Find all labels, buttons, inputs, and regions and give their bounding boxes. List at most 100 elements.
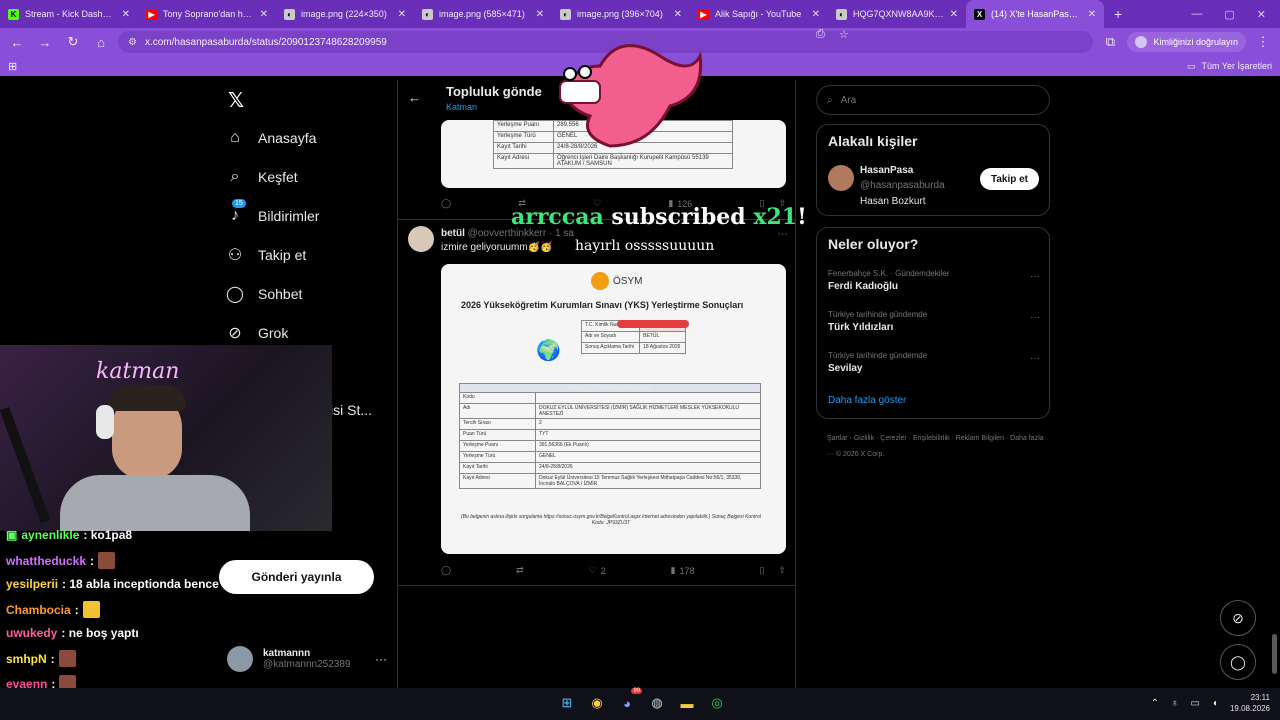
tweet-image[interactable]: ÖSYM 2026 Yükseköğretim Kurumları Sınavı…: [441, 264, 786, 554]
star-icon[interactable]: ☆: [839, 28, 849, 41]
steam-icon[interactable]: ◍: [646, 692, 668, 714]
trend-item[interactable]: Türkiye tarihinde gündemde Türk Yıldızla…: [828, 310, 1040, 333]
tab-title: image.png (396×704): [577, 9, 663, 19]
install-icon[interactable]: ⎙: [816, 28, 825, 41]
chrome-icon[interactable]: ◉: [586, 692, 608, 714]
scrollbar[interactable]: [1271, 84, 1278, 684]
account-switcher[interactable]: katmannn @katmannn252389 ···: [227, 646, 387, 672]
tab[interactable]: K Stream - Kick Dashboard ✕: [0, 0, 138, 28]
back-icon[interactable]: ←: [6, 31, 28, 53]
tab[interactable]: ◐ HQG7QXNW8AA9KYh.jp ✕: [828, 0, 966, 28]
messages-fab-icon[interactable]: ◯: [1220, 644, 1256, 680]
close-icon[interactable]: ✕: [950, 9, 958, 20]
avatar[interactable]: [828, 165, 854, 191]
close-icon[interactable]: ✕: [674, 9, 682, 20]
forward-icon[interactable]: →: [34, 31, 56, 53]
grok-fab-icon[interactable]: ⊘: [1220, 600, 1256, 636]
reply-icon[interactable]: ◯: [441, 198, 451, 209]
table-cell: Yerleşme Puanı: [459, 440, 536, 452]
avatar[interactable]: [408, 226, 434, 252]
chevron-up-icon[interactable]: ⌃: [1151, 698, 1159, 709]
discord-icon[interactable]: ◕ 99: [616, 688, 642, 714]
nav-chat[interactable]: ◯ Sohbet: [226, 285, 302, 303]
trend-context: Fenerbahçe S.K. · Gündemdekiler: [828, 269, 950, 278]
close-icon[interactable]: ✕: [398, 9, 406, 20]
reload-icon[interactable]: ↻: [62, 31, 84, 53]
trend-item[interactable]: Türkiye tarihinde gündemde Sevilay ···: [828, 351, 1040, 374]
tab[interactable]: ▶ Alik Sapığı - YouTube ✕: [690, 0, 828, 28]
views-count: 178: [679, 565, 695, 576]
share-icon[interactable]: ⇧: [778, 565, 786, 576]
search-placeholder: Ara: [840, 94, 857, 106]
follow-button[interactable]: Takip et: [980, 168, 1039, 190]
extensions-icon[interactable]: ⧉: [1099, 31, 1121, 53]
maximize-icon[interactable]: ▢: [1224, 8, 1234, 21]
mic-icon[interactable]: ♁: [1171, 698, 1179, 709]
like-button[interactable]: ♡ 2: [589, 565, 606, 576]
spotify-icon[interactable]: ◎: [706, 692, 728, 714]
taskbar: ⊞ ◉ ◕ 99 ◍ ▬ ◎ ⌃ ♁ ▭ ◖ 23:11 19.08.2026: [0, 688, 1280, 720]
nav-grok[interactable]: ⊘ Grok: [226, 324, 288, 342]
related-name[interactable]: HasanPasa: [860, 165, 913, 176]
menu-icon[interactable]: ⋮: [1252, 31, 1274, 53]
new-tab-icon[interactable]: +: [1104, 6, 1132, 22]
network-icon[interactable]: ▭: [1190, 698, 1199, 709]
tab[interactable]: ▶ Tony Soprano'dan hesap ✕: [138, 0, 276, 28]
nav-notifications[interactable]: ♪ 15 Bildirimler: [226, 199, 319, 225]
minimize-icon[interactable]: —: [1191, 8, 1202, 21]
more-icon[interactable]: ···: [1030, 353, 1040, 364]
nav-home[interactable]: ⌂ Anasayfa: [226, 129, 316, 147]
table-cell: Yerleşme Türü: [459, 451, 536, 463]
close-icon[interactable]: ✕: [260, 9, 268, 20]
back-arrow-icon[interactable]: ←: [408, 90, 421, 105]
table-cell: Sonuç Açıklama Tarihi: [580, 342, 641, 354]
close-icon[interactable]: ✕: [122, 9, 130, 20]
close-icon[interactable]: ✕: [536, 9, 544, 20]
nav-explore[interactable]: ⌕ Keşfet: [226, 168, 298, 186]
chat-message: : 18 abla inceptionda bence: [62, 577, 219, 591]
nav-partial[interactable]: isi St...: [330, 402, 372, 418]
volume-icon[interactable]: ◖: [1212, 698, 1218, 709]
sub-user: arrccaa: [511, 204, 604, 230]
tab[interactable]: ◐ image.png (585×471) ✕: [414, 0, 552, 28]
footer-links[interactable]: Şartlar · Gizlilik · Çerezler · Erişileb…: [827, 431, 1047, 463]
youtube-icon: ▶: [698, 8, 709, 20]
like-count: 2: [600, 565, 606, 576]
start-icon[interactable]: ⊞: [556, 692, 578, 714]
apps-icon[interactable]: ⊞: [8, 60, 17, 73]
site-info-icon[interactable]: ⚙: [128, 37, 137, 48]
x-logo-icon[interactable]: 𝕏: [228, 88, 244, 112]
nav-follow[interactable]: ⚇ Takip et: [226, 246, 306, 264]
views-button[interactable]: ▮ 178: [671, 565, 695, 576]
folder-icon[interactable]: ▬: [676, 692, 698, 714]
search-icon: ⌕: [827, 94, 833, 106]
trend-item[interactable]: Fenerbahçe S.K. · Gündemdekiler Ferdi Ka…: [828, 269, 1040, 292]
bell-icon: ♪ 15: [226, 199, 246, 225]
tab[interactable]: ◐ image.png (224×350) ✕: [276, 0, 414, 28]
table-cell: TYT: [535, 429, 761, 441]
search-input[interactable]: ⌕ Ara: [816, 85, 1050, 115]
clock[interactable]: 23:11 19.08.2026: [1230, 692, 1270, 714]
all-bookmarks[interactable]: ▭ Tüm Yer İşaretleri: [1187, 61, 1272, 72]
bookmark-icon[interactable]: ▯: [759, 565, 764, 576]
tab[interactable]: ◐ image.png (396×704) ✕: [552, 0, 690, 28]
mascot-alert-icon: [559, 44, 703, 148]
reply-icon[interactable]: ◯: [441, 565, 451, 576]
trend-name: Ferdi Kadıoğlu: [828, 281, 898, 292]
more-icon[interactable]: ···: [1030, 271, 1040, 282]
tab-active[interactable]: X (14) X'te HasanPasa: "bug ✕: [966, 0, 1104, 28]
more-icon[interactable]: ···: [1030, 312, 1040, 323]
close-icon[interactable]: ✕: [1088, 9, 1096, 20]
profile-button[interactable]: Kimliğinizi doğrulayın: [1127, 32, 1246, 52]
tab-title: Stream - Kick Dashboard: [25, 9, 116, 19]
show-more-link[interactable]: Daha fazla göster: [828, 395, 906, 406]
scroll-thumb[interactable]: [1272, 634, 1277, 674]
close-window-icon[interactable]: ✕: [1257, 8, 1266, 21]
tab-title: (14) X'te HasanPasa: "bug: [991, 9, 1082, 19]
profile-avatar: [1135, 36, 1148, 48]
close-icon[interactable]: ✕: [812, 9, 820, 20]
youtube-icon: ▶: [146, 8, 157, 20]
more-icon[interactable]: ···: [375, 652, 387, 666]
retweet-icon[interactable]: ⇄: [516, 565, 524, 576]
home-browser-icon[interactable]: ⌂: [90, 31, 112, 53]
